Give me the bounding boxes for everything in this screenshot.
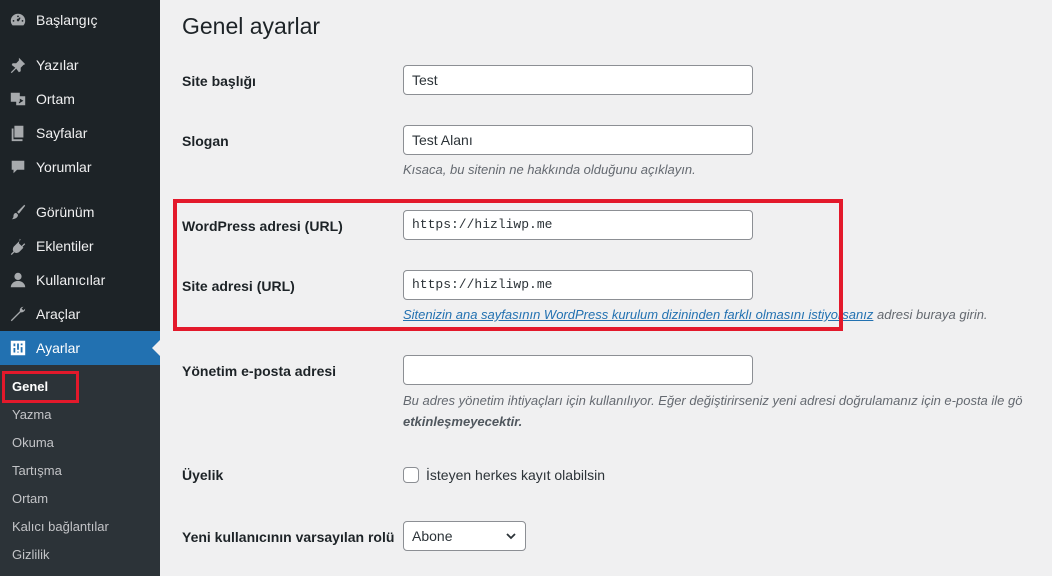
brush-icon xyxy=(8,202,28,222)
admin-email-input[interactable] xyxy=(403,355,753,385)
sidebar-item-posts[interactable]: Yazılar xyxy=(0,48,160,82)
submenu-item-discussion[interactable]: Tartışma xyxy=(12,461,62,481)
sidebar-item-label: Yorumlar xyxy=(36,159,92,175)
sidebar-item-media[interactable]: Ortam xyxy=(0,82,160,116)
sidebar-item-dashboard[interactable]: Başlangıç xyxy=(0,3,160,37)
admin-email-label: Yönetim e-posta adresi xyxy=(182,363,337,379)
submenu-item-reading[interactable]: Okuma xyxy=(12,433,54,453)
genel-highlight-box xyxy=(2,371,79,403)
settings-main: Genel ayarlar Site başlığı Test Slogan T… xyxy=(160,0,1052,576)
sidebar-item-label: Sayfalar xyxy=(36,125,88,141)
chevron-down-icon xyxy=(506,533,516,540)
sidebar-item-label: Yazılar xyxy=(36,57,79,73)
sidebar-item-label: Ortam xyxy=(36,91,75,107)
submenu-item-writing[interactable]: Yazma xyxy=(12,405,52,425)
sidebar-item-pages[interactable]: Sayfalar xyxy=(0,116,160,150)
plugin-icon xyxy=(8,236,28,256)
media-icon xyxy=(8,89,28,109)
site-title-label: Site başlığı xyxy=(182,73,256,89)
sidebar-item-users[interactable]: Kullanıcılar xyxy=(0,263,160,297)
membership-checkbox[interactable] xyxy=(403,467,419,483)
membership-checkbox-label[interactable]: İsteyen herkes kayıt olabilsin xyxy=(426,467,605,483)
default-role-label: Yeni kullanıcının varsayılan rolü xyxy=(182,529,395,545)
default-role-value: Abone xyxy=(412,528,453,544)
url-highlight-box xyxy=(173,199,843,331)
dashboard-icon xyxy=(8,10,28,30)
sidebar-item-label: Başlangıç xyxy=(36,12,98,28)
sidebar-item-appearance[interactable]: Görünüm xyxy=(0,195,160,229)
comment-icon xyxy=(8,157,28,177)
admin-sidebar: Başlangıç Yazılar Ortam Sayfalar Yorumla… xyxy=(0,0,160,576)
site-title-input[interactable]: Test xyxy=(403,65,753,95)
sidebar-item-label: Görünüm xyxy=(36,204,95,220)
sidebar-item-plugins[interactable]: Eklentiler xyxy=(0,229,160,263)
admin-email-description-bold: etkinleşmeyecektir. xyxy=(403,414,522,429)
submenu-item-privacy[interactable]: Gizlilik xyxy=(12,545,50,565)
settings-icon xyxy=(8,338,28,358)
sidebar-item-tools[interactable]: Araçlar xyxy=(0,297,160,331)
admin-email-description: Bu adres yönetim ihtiyaçları için kullan… xyxy=(403,393,1023,408)
sidebar-item-label: Kullanıcılar xyxy=(36,272,106,288)
user-icon xyxy=(8,270,28,290)
sidebar-item-label: Ayarlar xyxy=(36,340,81,356)
pushpin-icon xyxy=(8,55,28,75)
submenu-item-media[interactable]: Ortam xyxy=(12,489,48,509)
sidebar-item-settings[interactable]: Ayarlar xyxy=(0,331,160,365)
tagline-description: Kısaca, bu sitenin ne hakkında olduğunu … xyxy=(403,162,696,177)
wrench-icon xyxy=(8,304,28,324)
pages-icon xyxy=(8,123,28,143)
membership-label: Üyelik xyxy=(182,467,224,483)
admin-email-description-strong: etkinleşmeyecektir. xyxy=(403,414,523,429)
sidebar-item-comments[interactable]: Yorumlar xyxy=(0,150,160,184)
tagline-label: Slogan xyxy=(182,133,229,149)
tagline-input[interactable]: Test Alanı xyxy=(403,125,753,155)
sidebar-item-label: Araçlar xyxy=(36,306,81,322)
default-role-select[interactable]: Abone xyxy=(403,521,526,551)
site-address-description-rest: adresi buraya girin. xyxy=(873,307,988,322)
submenu-item-permalinks[interactable]: Kalıcı bağlantılar xyxy=(12,517,109,537)
page-title: Genel ayarlar xyxy=(182,13,321,39)
sidebar-item-label: Eklentiler xyxy=(36,238,94,254)
